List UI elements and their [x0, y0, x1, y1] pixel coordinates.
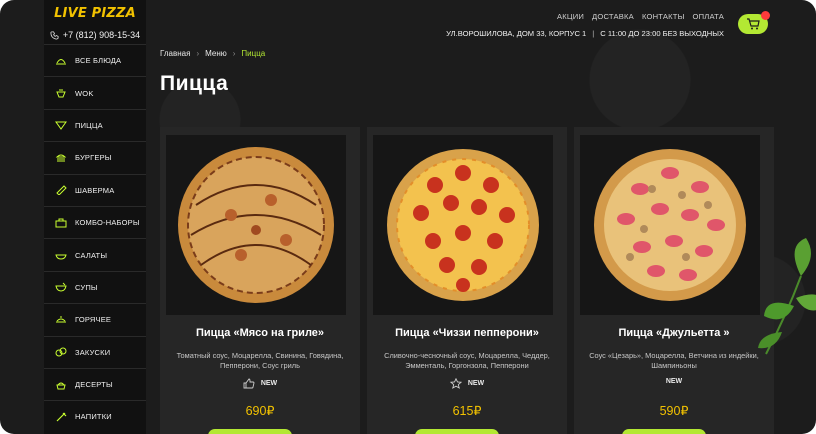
- product-image[interactable]: [373, 135, 553, 315]
- menu-item-label: ШАВЕРМА: [75, 185, 115, 195]
- nav-contacts[interactable]: КОНТАКТЫ: [642, 12, 685, 21]
- menu-item-desserts[interactable]: ДЕСЕРТЫ: [44, 367, 146, 400]
- phone-icon: [50, 30, 59, 40]
- product-image[interactable]: [580, 135, 760, 315]
- menu-item-label: ВСЕ БЛЮДА: [75, 56, 122, 66]
- cart-badge: [761, 11, 770, 20]
- product-description: Томатный соус, Моцарелла, Свинина, Говяд…: [176, 351, 344, 370]
- menu-item-drinks[interactable]: НАПИТКИ: [44, 400, 146, 432]
- breadcrumb-home[interactable]: Главная: [160, 49, 190, 58]
- menu-item-hot[interactable]: ГОРЯЧЕЕ: [44, 303, 146, 335]
- menu-item-pizza[interactable]: ПИЦЦА: [44, 108, 146, 141]
- menu-item-soups[interactable]: СУПЫ: [44, 270, 146, 303]
- app-frame: LIVE PIZZA +7 (812) 908-15-34 ВСЕ БЛЮДА …: [0, 0, 816, 434]
- menu-item-label: КОМБО-НАБОРЫ: [75, 218, 140, 228]
- menu-item-label: НАПИТКИ: [75, 412, 112, 422]
- menu-item-snacks[interactable]: ЗАКУСКИ: [44, 335, 146, 368]
- phone-row[interactable]: +7 (812) 908-15-34: [44, 26, 146, 44]
- chevron-right-icon: ›: [196, 49, 200, 58]
- snacks-icon: [54, 347, 68, 357]
- menu-item-label: ПИЦЦА: [75, 120, 103, 130]
- product-card[interactable]: Пицца «Джульетта » Соус «Цезарь», Моцаре…: [574, 127, 774, 434]
- product-card[interactable]: Пицца «Чиззи пепперони» Сливочно-чесночн…: [367, 127, 567, 434]
- nav-delivery[interactable]: ДОСТАВКА: [592, 12, 634, 21]
- address-bar: УЛ.ВОРОШИЛОВА, ДОМ 33, КОРПУС 1 | С 11:0…: [446, 29, 724, 38]
- menu-item-label: WOK: [75, 88, 94, 98]
- menu-item-label: СУПЫ: [75, 282, 98, 292]
- logo[interactable]: LIVE PIZZA: [44, 0, 146, 26]
- breadcrumb-current: Пицца: [241, 49, 266, 58]
- tag-label: NEW: [665, 378, 683, 385]
- product-tag: NEW: [574, 378, 774, 385]
- hot-dish-icon: [54, 315, 68, 325]
- nav-payment[interactable]: ОПЛАТА: [693, 12, 724, 21]
- product-tag: NEW: [367, 378, 567, 389]
- menu-item-label: ДЕСЕРТЫ: [75, 380, 113, 390]
- product-image[interactable]: [166, 135, 346, 315]
- tag-label: NEW: [260, 380, 278, 387]
- category-menu: ВСЕ БЛЮДА WOK ПИЦЦА БУРГЕРЫ ШАВЕРМА КОМБ…: [44, 44, 146, 433]
- top-nav: АКЦИИ ДОСТАВКА КОНТАКТЫ ОПЛАТА: [557, 12, 724, 21]
- basil-decoration: [758, 238, 816, 355]
- breadcrumb-menu[interactable]: Меню: [205, 49, 227, 58]
- product-name[interactable]: Пицца «Мясо на гриле»: [160, 327, 360, 339]
- menu-item-burgers[interactable]: БУРГЕРЫ: [44, 141, 146, 173]
- add-to-cart-button[interactable]: [208, 429, 292, 434]
- product-card[interactable]: Пицца «Мясо на гриле» Томатный соус, Моц…: [160, 127, 360, 434]
- menu-item-all[interactable]: ВСЕ БЛЮДА: [44, 44, 146, 76]
- dish-icon: [54, 56, 68, 66]
- nav-promo[interactable]: АКЦИИ: [557, 12, 584, 21]
- sidebar: LIVE PIZZA +7 (812) 908-15-34 ВСЕ БЛЮДА …: [44, 0, 146, 434]
- menu-item-label: ЗАКУСКИ: [75, 347, 111, 357]
- page-title: Пицца: [160, 72, 229, 95]
- product-tag: NEW: [160, 378, 360, 389]
- product-price: 615₽: [452, 404, 482, 418]
- breadcrumb: Главная › Меню › Пицца: [160, 49, 265, 58]
- phone-number: +7 (812) 908-15-34: [62, 30, 141, 40]
- product-name[interactable]: Пицца «Чиззи пепперони»: [367, 327, 567, 339]
- combo-icon: [54, 218, 68, 228]
- menu-item-label: САЛАТЫ: [75, 250, 108, 260]
- menu-item-shawarma[interactable]: ШАВЕРМА: [44, 173, 146, 206]
- pizza-icon: [54, 120, 68, 131]
- soup-icon: [54, 282, 68, 292]
- product-description: Соус «Цезарь», Моцарелла, Ветчина из инд…: [589, 351, 759, 370]
- star-icon: [449, 378, 462, 389]
- thumbs-up-icon: [243, 378, 255, 389]
- shawarma-icon: [54, 185, 68, 196]
- burger-icon: [54, 153, 68, 163]
- add-to-cart-button[interactable]: [415, 429, 499, 434]
- wok-icon: [54, 88, 68, 98]
- address-text: УЛ.ВОРОШИЛОВА, ДОМ 33, КОРПУС 1: [446, 29, 587, 38]
- opening-hours: С 11:00 ДО 23:00 БЕЗ ВЫХОДНЫХ: [600, 29, 724, 38]
- product-price: 590₽: [659, 404, 689, 418]
- separator: |: [592, 29, 595, 38]
- menu-item-label: ГОРЯЧЕЕ: [75, 315, 112, 325]
- product-price: 690₽: [245, 404, 275, 418]
- drinks-icon: [54, 412, 68, 422]
- salad-icon: [54, 250, 68, 260]
- tag-label: NEW: [467, 380, 485, 387]
- menu-item-label: БУРГЕРЫ: [75, 153, 112, 163]
- cart-icon: [747, 18, 760, 30]
- chevron-right-icon: ›: [232, 49, 236, 58]
- product-description: Сливочно-чесночный соус, Моцарелла, Чедд…: [384, 351, 550, 370]
- add-to-cart-button[interactable]: [622, 429, 706, 434]
- product-name[interactable]: Пицца «Джульетта »: [574, 327, 774, 339]
- menu-item-wok[interactable]: WOK: [44, 76, 146, 108]
- menu-item-combo[interactable]: КОМБО-НАБОРЫ: [44, 205, 146, 238]
- dessert-icon: [54, 380, 68, 390]
- menu-item-salads[interactable]: САЛАТЫ: [44, 238, 146, 270]
